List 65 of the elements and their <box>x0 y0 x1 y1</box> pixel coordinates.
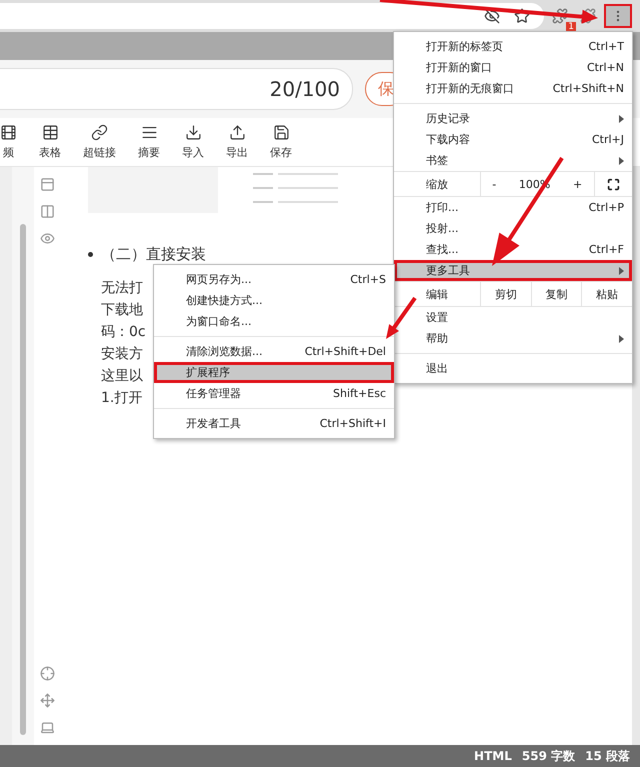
menu-button[interactable] <box>604 4 632 28</box>
status-text: HTML <box>474 749 512 763</box>
status-text: 559 字数 <box>522 748 576 764</box>
menu-item[interactable]: 打印... Ctrl+P <box>394 197 632 218</box>
eye-off-icon[interactable] <box>484 8 500 24</box>
menu-item[interactable]: 扩展程序 <box>154 362 394 383</box>
edit-button[interactable]: 剪切 <box>480 282 531 306</box>
body-text: 无法打 <box>101 279 143 298</box>
status-text: 15 段落 <box>585 748 630 764</box>
title-field[interactable]: 20/100 <box>0 68 353 110</box>
menu-item[interactable]: 创建快捷方式... <box>154 290 394 311</box>
annotation-arrow <box>386 296 417 339</box>
menu-item[interactable]: 任务管理器 Shift+Esc <box>154 383 394 404</box>
menu-item[interactable]: 清除浏览数据... Ctrl+Shift+Del <box>154 341 394 362</box>
download-icon <box>184 124 202 141</box>
panel-icon[interactable] <box>40 177 54 192</box>
upload-icon <box>228 124 246 141</box>
scrollbar[interactable] <box>20 224 26 735</box>
menu-item[interactable]: 为窗口命名... <box>154 311 394 332</box>
star-icon[interactable] <box>514 8 530 24</box>
menu-item[interactable]: 投射... <box>394 218 632 239</box>
toolbar-button[interactable]: 保存 <box>270 124 292 160</box>
zoom-out-button[interactable]: - <box>492 178 496 190</box>
edit-button[interactable]: 复制 <box>530 282 582 306</box>
lines-icon <box>140 124 158 141</box>
menu-item[interactable]: 更多工具 <box>394 260 632 281</box>
menu-item[interactable]: 下载内容 Ctrl+J <box>394 129 632 150</box>
toolbar-button[interactable]: 导入 <box>182 124 204 160</box>
menu-item[interactable]: 历史记录 <box>394 108 632 129</box>
menu-item[interactable]: 帮助 <box>394 328 632 349</box>
move-icon[interactable] <box>40 693 54 708</box>
menu-item[interactable]: 网页另存为... Ctrl+S <box>154 269 394 290</box>
body-text: 这里以 <box>101 367 143 386</box>
film-icon <box>0 124 17 141</box>
address-bar[interactable] <box>0 3 544 29</box>
menu-item[interactable]: 设置 <box>394 307 632 328</box>
link-icon <box>91 124 108 141</box>
body-text: 1.打开 <box>101 389 142 408</box>
toolbar-button[interactable]: 频 <box>0 124 17 160</box>
toolbar-button[interactable]: 导出 <box>226 124 248 160</box>
edit-button[interactable]: 粘贴 <box>581 282 632 306</box>
edit-label: 编辑 <box>425 286 449 302</box>
eye-icon[interactable] <box>40 231 54 246</box>
body-text: 安装方 <box>101 345 143 364</box>
section-heading: （二）直接安装 <box>101 244 206 265</box>
toolbar-button[interactable]: 摘要 <box>138 124 160 160</box>
toolbar-button[interactable]: 超链接 <box>83 124 116 160</box>
toolbar-button[interactable]: 表格 <box>39 124 61 160</box>
menu-item[interactable]: 开发者工具 Ctrl+Shift+I <box>154 413 394 434</box>
fullscreen-icon[interactable] <box>606 178 620 190</box>
laptop-icon[interactable] <box>40 720 54 735</box>
bullet-icon <box>88 252 93 256</box>
menu-item[interactable]: 退出 <box>394 358 632 379</box>
body-text: 码：0c <box>101 323 146 342</box>
notification-badge: 1 <box>566 22 576 32</box>
zoom-in-button[interactable]: + <box>572 178 582 190</box>
columns-icon[interactable] <box>40 204 54 219</box>
body-text: 下载地 <box>101 301 143 320</box>
scrollbar[interactable] <box>632 167 640 745</box>
zoom-label: 缩放 <box>425 176 449 192</box>
crosshair-icon[interactable] <box>40 666 54 681</box>
save-icon <box>272 124 290 141</box>
table-icon <box>42 124 58 141</box>
menu-item[interactable]: 查找... Ctrl+F <box>394 239 632 260</box>
menu-item[interactable]: 书签 <box>394 150 632 171</box>
